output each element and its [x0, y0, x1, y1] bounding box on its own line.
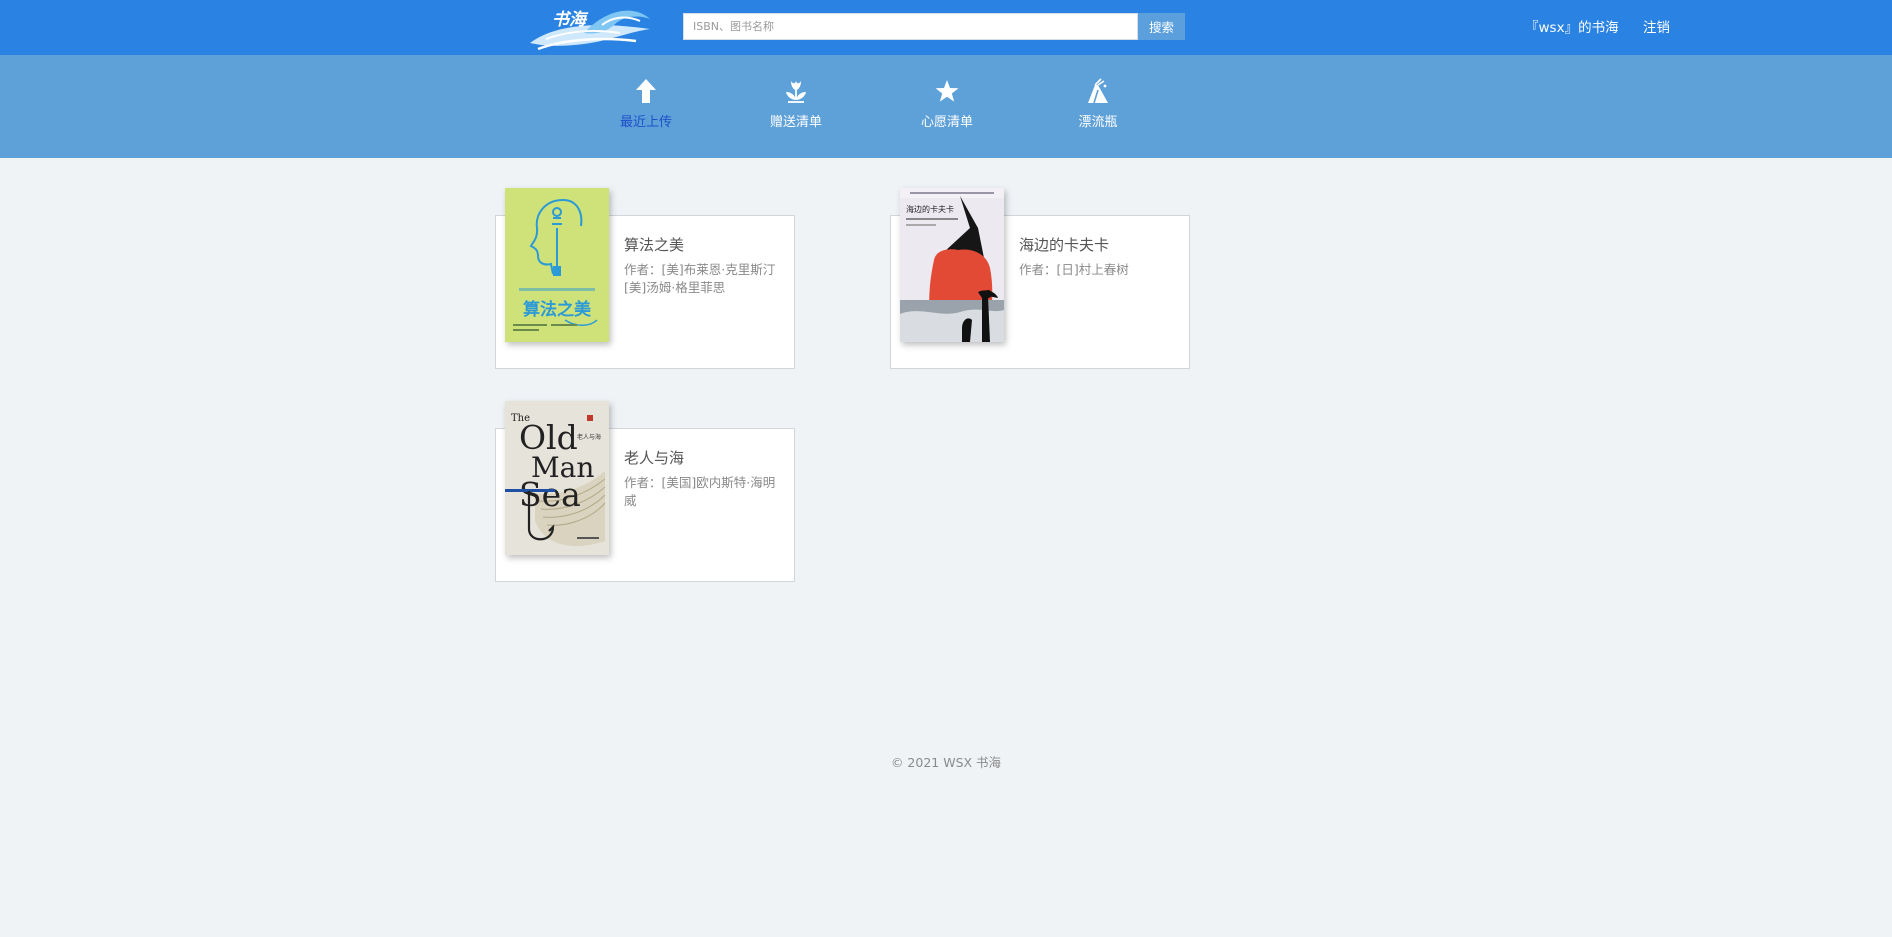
logout-link[interactable]: 注销 — [1643, 16, 1670, 36]
book-author: 作者：[美国]欧内斯特·海明威 — [624, 475, 776, 508]
nav-label: 最近上传 — [619, 115, 672, 130]
book-cover[interactable]: 算法之美 — [505, 188, 609, 342]
book-cover[interactable]: 海边的卡夫卡 — [900, 188, 1004, 342]
user-bookshelf-link[interactable]: 『wsx』的书海 — [1525, 16, 1619, 36]
book-cover[interactable]: The Old Man Sea 老人与海 — [505, 401, 609, 555]
search-input[interactable] — [683, 13, 1138, 40]
book-author: 作者：[美]布莱恩·克里斯汀[美]汤姆·格里菲思 — [624, 262, 776, 295]
book-title[interactable]: 海边的卡夫卡 — [1019, 234, 1109, 255]
book-title[interactable]: 算法之美 — [624, 234, 684, 255]
site-logo[interactable]: 书海 — [524, 3, 654, 51]
svg-text:海边的卡夫卡: 海边的卡夫卡 — [906, 204, 954, 214]
star-icon — [935, 80, 959, 102]
book-card[interactable]: The Old Man Sea 老人与海 老人与海 作者：[美国]欧内斯特·海明… — [495, 401, 795, 582]
nav-label: 心愿清单 — [920, 115, 973, 130]
book-author: 作者：[日]村上春树 — [1019, 262, 1129, 277]
nav-gift-list[interactable]: 赠送清单 — [741, 77, 851, 137]
svg-text:老人与海: 老人与海 — [577, 433, 601, 441]
nav-label: 漂流瓶 — [1078, 115, 1118, 130]
nav-label: 赠送清单 — [769, 115, 822, 130]
top-header: 书海 搜索 『wsx』的书海 注销 — [0, 0, 1892, 55]
svg-text:书海: 书海 — [552, 10, 589, 30]
footer-copyright: © 2021 WSX 书海 — [890, 755, 1002, 770]
category-nav: 最近上传 赠送清单 心愿清单 漂流瓶 — [0, 55, 1892, 158]
arrow-up-icon — [636, 79, 656, 103]
bottle-icon — [1088, 78, 1108, 104]
nav-recent-uploads[interactable]: 最近上传 — [591, 77, 701, 137]
nav-wish-list[interactable]: 心愿清单 — [892, 77, 1002, 137]
book-title[interactable]: 老人与海 — [624, 447, 684, 468]
svg-text:算法之美: 算法之美 — [522, 299, 592, 320]
book-card[interactable]: 海边的卡夫卡 海边的卡夫卡 作者：[日]村上春树 — [890, 188, 1190, 369]
book-card[interactable]: 算法之美 算法之美 作者：[美]布莱恩·克里斯汀[美]汤姆·格里菲思 — [495, 188, 795, 369]
search-button[interactable]: 搜索 — [1138, 13, 1185, 40]
nav-drift-bottle[interactable]: 漂流瓶 — [1043, 77, 1153, 137]
flower-icon — [786, 81, 806, 103]
